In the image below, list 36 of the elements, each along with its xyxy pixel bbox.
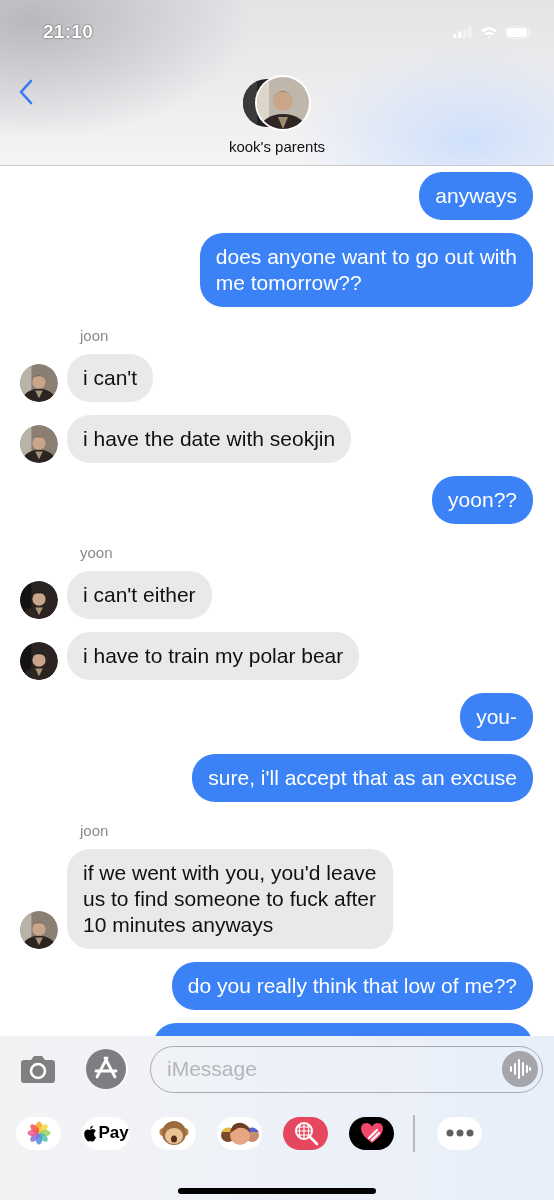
conversation-name: kook's parents — [228, 138, 326, 155]
received-message: i can't either — [67, 571, 212, 619]
sent-message: does anyone want to go out with me tomorrow?? — [199, 233, 533, 307]
received-message: i have the date with seokjin — [67, 415, 352, 463]
pay-button[interactable]: Pay — [82, 1116, 130, 1150]
web-search-button[interactable] — [283, 1116, 328, 1150]
status-time: 21:10 — [43, 21, 94, 43]
flower-icon — [26, 1121, 51, 1145]
sent-message: sure, i'll accept that as an excuse — [192, 754, 533, 802]
search-icon — [292, 1120, 319, 1146]
received-message: i can't — [67, 354, 154, 402]
app-store-icon[interactable] — [85, 1047, 129, 1091]
sent-message: yoon?? — [432, 476, 533, 524]
animoji-button[interactable] — [151, 1116, 196, 1150]
memoji-button[interactable] — [217, 1116, 262, 1150]
camera-icon[interactable] — [20, 1054, 56, 1084]
received-message: i have to train my polar bear — [67, 632, 360, 680]
message-field[interactable]: iMessage — [150, 1045, 543, 1093]
monkey-icon — [158, 1119, 189, 1147]
sent-message: you- — [460, 693, 533, 741]
apple-icon — [83, 1124, 98, 1142]
heart-icon — [359, 1122, 384, 1144]
sent-message: do you really think that low of me?? — [171, 962, 533, 1010]
more-button[interactable] — [437, 1116, 482, 1150]
received-message: if we went with you, you'd leave us to find someone to fuck after 10 minutes anyways — [67, 849, 393, 949]
sender-name: yoon — [80, 544, 113, 562]
sender-name: joon — [80, 327, 109, 345]
sender-name: joon — [80, 822, 109, 840]
battery-icon — [505, 25, 532, 39]
sent-message: anyways — [419, 172, 533, 220]
photos-button[interactable] — [16, 1116, 61, 1150]
more-icon — [445, 1129, 474, 1137]
digital-touch-button[interactable] — [349, 1116, 394, 1150]
audio-icon[interactable] — [502, 1051, 538, 1087]
wifi-icon — [480, 25, 498, 39]
signal-icon — [453, 26, 473, 38]
